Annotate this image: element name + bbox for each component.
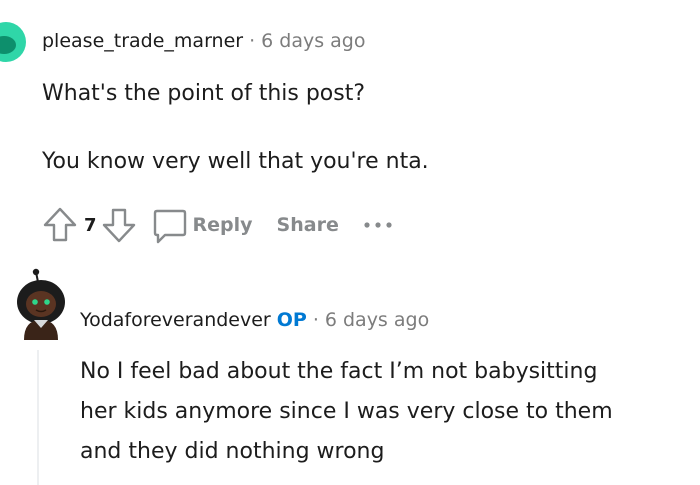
comment-paragraph: What's the point of this post?	[42, 81, 366, 106]
comment-line: and they did nothing wrong	[80, 439, 385, 464]
comment-meta: please_trade_marner · 6 days ago	[42, 28, 365, 54]
upvote-arrow-icon[interactable]	[40, 205, 80, 245]
separator-dot: ·	[249, 30, 256, 52]
separator-dot: ·	[312, 309, 319, 331]
comment-meta: Yodaforeverandever OP · 6 days ago	[80, 307, 429, 333]
snoo-avatar-icon[interactable]	[14, 268, 68, 340]
comment-actions: 7 Reply Share	[40, 204, 393, 246]
more-dots-icon[interactable]	[363, 220, 393, 230]
timestamp-link[interactable]: 6 days ago	[325, 309, 429, 331]
comment-bubble-icon	[149, 205, 189, 245]
username-link[interactable]: Yodaforeverandever	[80, 309, 271, 331]
comment-line: No I feel bad about the fact I’m not bab…	[80, 359, 598, 384]
avatar-icon[interactable]	[0, 22, 26, 62]
share-button[interactable]: Share	[277, 214, 339, 236]
op-badge: OP	[276, 309, 307, 331]
timestamp-link[interactable]: 6 days ago	[261, 30, 365, 52]
comment-line: her kids anymore since I was very close …	[80, 399, 613, 424]
username-link[interactable]: please_trade_marner	[42, 30, 243, 52]
reply-label: Reply	[192, 214, 253, 236]
thread-line[interactable]	[37, 350, 39, 485]
comment-paragraph: You know very well that you're nta.	[42, 149, 429, 174]
reply-button[interactable]: Reply	[149, 205, 253, 245]
vote-count: 7	[84, 214, 97, 236]
downvote-arrow-icon[interactable]	[99, 205, 139, 245]
